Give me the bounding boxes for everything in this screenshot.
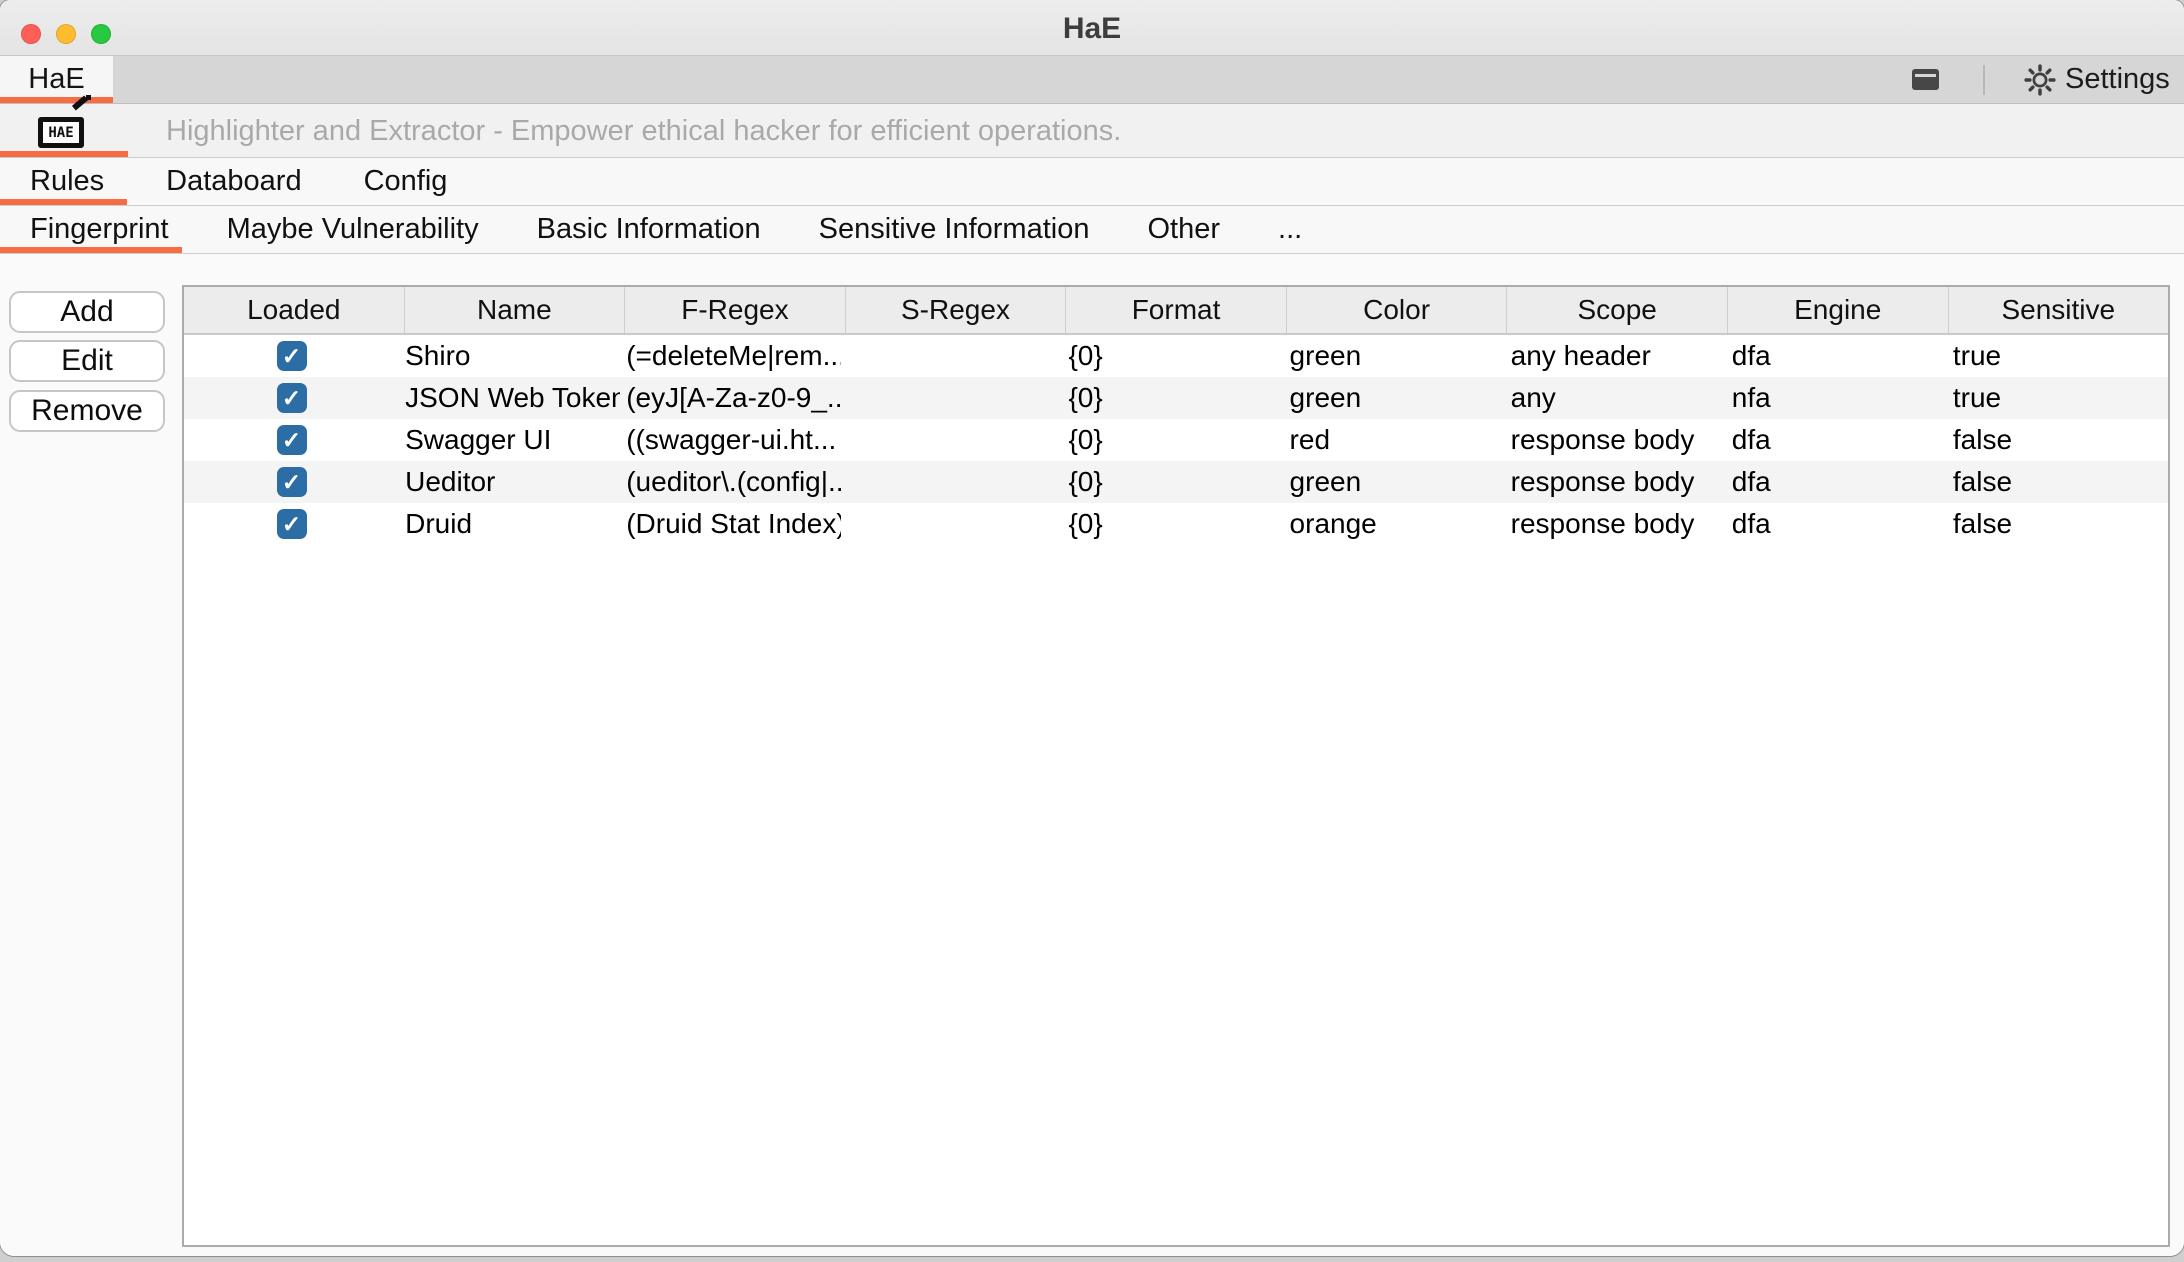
window-title: HaE <box>1062 12 1122 45</box>
cell-scope: response body <box>1510 508 1695 539</box>
column-header-f-regex[interactable]: F-Regex <box>625 287 846 333</box>
column-header-name[interactable]: Name <box>405 287 626 333</box>
cell-scope: any <box>1510 382 1556 413</box>
tab-rules[interactable]: Rules <box>30 165 104 198</box>
active-tab-indicator <box>0 97 113 103</box>
table-row[interactable]: ✓ Ueditor (ueditor\.(config|... {0} gree… <box>184 461 2168 503</box>
tab-databoard[interactable]: Databoard <box>166 165 301 198</box>
settings-label: Settings <box>2065 63 2170 95</box>
tab-hae-label: HaE <box>28 63 85 95</box>
tab-config[interactable]: Config <box>364 165 448 198</box>
check-icon: ✓ <box>281 342 302 369</box>
check-icon: ✓ <box>281 468 302 495</box>
table-row[interactable]: ✓ JSON Web Token (eyJ[A-Za-z0-9_... {0} … <box>184 377 2168 419</box>
logo-text: HAE <box>48 124 74 141</box>
cell-sensitive: true <box>1952 340 2002 371</box>
cell-f-regex: (Druid Stat Index) <box>626 508 842 539</box>
extension-tab-strip: HaE Settings <box>0 56 2184 104</box>
column-header-s-regex[interactable]: S-Regex <box>846 287 1067 333</box>
settings-button[interactable]: Settings <box>2024 56 2170 103</box>
loaded-checkbox[interactable]: ✓ <box>276 467 307 497</box>
tab-basic-information[interactable]: Basic Information <box>537 213 761 246</box>
pencil-pixel <box>76 102 80 106</box>
loaded-checkbox[interactable]: ✓ <box>276 509 307 539</box>
app-window: HaE HaE Settings HAE Highlighter and Ext… <box>0 0 2184 1256</box>
banner-indicator <box>0 151 128 157</box>
cell-color: orange <box>1289 508 1377 539</box>
column-header-color[interactable]: Color <box>1287 287 1508 333</box>
hae-logo-icon: HAE <box>38 117 84 148</box>
column-header-sensitive[interactable]: Sensitive <box>1949 287 2169 333</box>
table-row[interactable]: ✓ Druid (Druid Stat Index) {0} orange re… <box>184 503 2168 545</box>
cell-name: Druid <box>405 508 473 539</box>
cell-name: Ueditor <box>405 466 496 497</box>
tab-sensitive-information[interactable]: Sensitive Information <box>819 213 1090 246</box>
column-header-engine[interactable]: Engine <box>1728 287 1949 333</box>
cell-name: Swagger UI <box>405 424 552 455</box>
loaded-checkbox[interactable]: ✓ <box>276 341 307 371</box>
cell-name: Shiro <box>405 340 471 371</box>
table-row[interactable]: ✓ Swagger UI ((swagger-ui.ht... {0} red … <box>184 419 2168 461</box>
cell-f-regex: (eyJ[A-Za-z0-9_... <box>626 382 842 413</box>
divider <box>1983 65 1985 95</box>
cell-scope: response body <box>1510 424 1695 455</box>
column-header-scope[interactable]: Scope <box>1507 287 1728 333</box>
gear-icon <box>2024 63 2056 96</box>
tab-more[interactable]: ... <box>1278 213 1302 246</box>
rule-category-tab-bar: Fingerprint Maybe Vulnerability Basic In… <box>0 206 2184 254</box>
table-header-row: Loaded Name F-Regex S-Regex Format Color… <box>184 287 2168 335</box>
cell-engine: dfa <box>1731 466 1771 497</box>
rules-table: Loaded Name F-Regex S-Regex Format Color… <box>182 285 2170 1247</box>
cell-f-regex: (ueditor\.(config|... <box>626 466 842 497</box>
cell-f-regex: ((swagger-ui.ht... <box>626 424 837 455</box>
tab-fingerprint[interactable]: Fingerprint <box>30 213 169 246</box>
window-layout-icon[interactable] <box>1912 69 1939 90</box>
cell-engine: dfa <box>1731 508 1771 539</box>
cell-name: JSON Web Token <box>405 382 621 413</box>
cell-sensitive: false <box>1952 508 2013 539</box>
cell-format: {0} <box>1068 466 1103 497</box>
loaded-checkbox[interactable]: ✓ <box>276 425 307 455</box>
main-tab-bar: Rules Databoard Config <box>0 158 2184 206</box>
active-main-tab-indicator <box>0 199 127 205</box>
tab-hae[interactable]: HaE <box>0 56 113 103</box>
cell-engine: nfa <box>1731 382 1771 413</box>
cell-engine: dfa <box>1731 424 1771 455</box>
tab-other[interactable]: Other <box>1147 213 1220 246</box>
cell-color: green <box>1289 466 1362 497</box>
edit-button[interactable]: Edit <box>9 340 165 382</box>
cell-sensitive: false <box>1952 466 2013 497</box>
cell-format: {0} <box>1068 340 1103 371</box>
titlebar: HaE <box>0 0 2184 56</box>
column-header-loaded[interactable]: Loaded <box>184 287 405 333</box>
check-icon: ✓ <box>281 426 302 453</box>
active-sub-tab-indicator <box>0 247 182 253</box>
cell-sensitive: true <box>1952 382 2002 413</box>
table-row[interactable]: ✓ Shiro (=deleteMe|rem... {0} green any … <box>184 335 2168 377</box>
cell-sensitive: false <box>1952 424 2013 455</box>
rules-panel: Add Edit Remove Loaded Name F-Regex S-Re… <box>0 254 2184 1256</box>
cell-format: {0} <box>1068 508 1103 539</box>
tab-maybe-vulnerability[interactable]: Maybe Vulnerability <box>227 213 479 246</box>
loaded-checkbox[interactable]: ✓ <box>276 383 307 413</box>
cell-color: green <box>1289 382 1362 413</box>
table-body: ✓ Shiro (=deleteMe|rem... {0} green any … <box>184 335 2168 545</box>
cell-engine: dfa <box>1731 340 1771 371</box>
pencil-pixel <box>86 95 91 100</box>
check-icon: ✓ <box>281 510 302 537</box>
remove-button[interactable]: Remove <box>9 390 165 432</box>
column-header-format[interactable]: Format <box>1066 287 1287 333</box>
check-icon: ✓ <box>281 384 302 411</box>
cell-scope: any header <box>1510 340 1651 371</box>
add-button[interactable]: Add <box>9 291 165 333</box>
cell-scope: response body <box>1510 466 1695 497</box>
banner: HAE Highlighter and Extractor - Empower … <box>0 104 2184 158</box>
cell-color: green <box>1289 340 1362 371</box>
app-subtitle: Highlighter and Extractor - Empower ethi… <box>166 115 1122 147</box>
cell-color: red <box>1289 424 1331 455</box>
cell-format: {0} <box>1068 382 1103 413</box>
cell-f-regex: (=deleteMe|rem... <box>626 340 842 371</box>
cell-format: {0} <box>1068 424 1103 455</box>
